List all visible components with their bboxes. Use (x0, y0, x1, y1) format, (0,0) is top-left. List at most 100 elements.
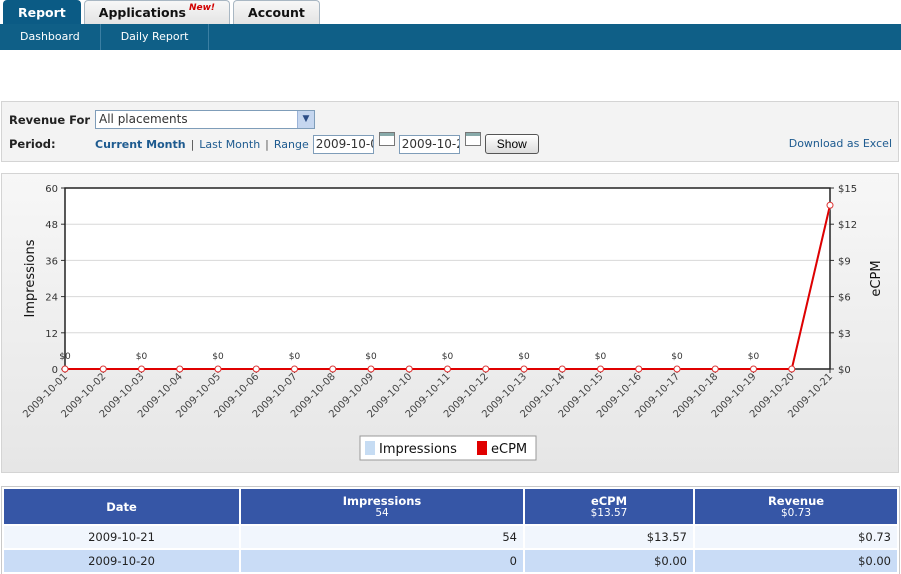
ecpm-point (750, 365, 757, 373)
tab-account-label: Account (248, 5, 305, 20)
header-impressions[interactable]: Impressions 54 (241, 489, 523, 524)
table-header-row: Date Impressions 54 eCPM $13.57 Revenue $0.… (4, 489, 897, 524)
show-button[interactable]: Show (484, 134, 539, 154)
cell-ecpm: $0.00 (525, 550, 693, 572)
ecpm-point (826, 201, 834, 209)
ecpm-point (673, 365, 681, 373)
calendar-icon[interactable] (378, 132, 395, 146)
cell-ecpm: $13.57 (525, 526, 693, 548)
cell-revenue: $0.00 (695, 550, 897, 572)
range-link[interactable]: Range (274, 138, 309, 151)
ecpm-point (444, 365, 451, 373)
subnav-dashboard[interactable]: Dashboard (0, 24, 101, 50)
ecpm-point (405, 365, 413, 373)
sub-navigation: Dashboard Daily Report (0, 24, 901, 50)
ecpm-point-label: $0 (595, 352, 607, 362)
y-right-tick-label: $3 (838, 329, 851, 340)
header-ecpm-total: $13.57 (590, 506, 628, 519)
separator: | (190, 137, 195, 151)
ecpm-point (214, 365, 222, 373)
subnav-daily-report[interactable]: Daily Report (101, 24, 210, 50)
cell-impressions: 0 (241, 550, 523, 572)
placement-select[interactable]: All placements ▼ (95, 110, 315, 129)
ecpm-point (482, 365, 490, 373)
ecpm-point-label: $0 (442, 352, 454, 362)
ecpm-point (788, 365, 796, 373)
header-ecpm[interactable]: eCPM $13.57 (525, 489, 693, 524)
y-left-tick-label: 12 (45, 329, 58, 340)
y-left-tick-label: 0 (52, 365, 58, 376)
tab-applications-label: Applications (98, 5, 186, 20)
filter-panel: Revenue For All placements ▼ Period: Cur… (1, 101, 899, 162)
ecpm-point (520, 365, 528, 373)
header-ecpm-label: eCPM (590, 493, 628, 508)
end-date-input[interactable]: 2009-10-2 (398, 134, 460, 154)
plot-area (65, 188, 830, 369)
y-left-tick-label: 36 (45, 256, 58, 267)
ecpm-point-label: $0 (136, 352, 148, 362)
chevron-down-icon[interactable]: ▼ (297, 111, 314, 128)
ecpm-point (329, 365, 337, 373)
new-badge: New! (188, 2, 216, 13)
y-axis-left-title: Impressions (23, 239, 38, 317)
ecpm-point (597, 365, 604, 373)
report-table: Date Impressions 54 eCPM $13.57 Revenue $0.… (1, 486, 900, 574)
chart-panel: 0 12 24 36 48 60 $0 $3 $6 $9 $12 $15 2009-10-01 2009-… (1, 173, 899, 473)
y-axis-right-title: eCPM (869, 260, 884, 296)
ecpm-point-label: $0 (59, 352, 71, 362)
header-date[interactable]: Date (4, 489, 239, 524)
revenue-for-label: Revenue For (9, 112, 91, 127)
table-row: 2009-10-20 0 $0.00 $0.00 (4, 550, 897, 572)
cell-date: 2009-10-20 (4, 550, 239, 572)
tab-account[interactable]: Account (233, 0, 320, 24)
header-revenue-label: Revenue (767, 493, 825, 508)
ecpm-point-label: $0 (365, 352, 377, 362)
current-month-link[interactable]: Current Month (95, 138, 186, 151)
ecpm-point-label: $0 (212, 352, 224, 362)
period-label: Period: (9, 137, 56, 151)
y-right-tick-label: $15 (838, 184, 857, 195)
cell-revenue: $0.73 (695, 526, 897, 548)
last-month-link[interactable]: Last Month (199, 138, 260, 151)
tab-report[interactable]: Report (3, 0, 81, 24)
download-excel-link[interactable]: Download as Excel (789, 137, 892, 150)
cell-impressions: 54 (241, 526, 523, 548)
y-right-tick-label: $6 (838, 293, 851, 304)
ecpm-point-label: $0 (748, 352, 760, 362)
cell-date: 2009-10-21 (4, 526, 239, 548)
tab-report-label: Report (18, 5, 66, 20)
y-left-tick-label: 24 (45, 293, 58, 304)
legend-label-impressions: Impressions (379, 442, 457, 457)
y-right-tick-label: $12 (838, 220, 857, 231)
legend-swatch-ecpm (477, 441, 487, 455)
table-row: 2009-10-21 54 $13.57 $0.73 (4, 526, 897, 548)
revenue-for-row: Revenue For All placements ▼ (9, 110, 315, 129)
y-left-tick-label: 48 (45, 220, 58, 231)
top-tabs: Report Applications New! Account (3, 0, 320, 24)
header-revenue-total: $0.73 (780, 506, 812, 519)
ecpm-point (635, 365, 643, 373)
start-date-input[interactable]: 2009-10-0 (312, 134, 374, 154)
calendar-icon[interactable] (464, 132, 481, 146)
ecpm-point (291, 365, 298, 373)
ecpm-point (99, 365, 107, 373)
ecpm-point (138, 365, 145, 373)
header-revenue[interactable]: Revenue $0.73 (695, 489, 897, 524)
ecpm-point-label: $0 (518, 352, 530, 362)
ecpm-point (711, 365, 719, 373)
ecpm-point (176, 365, 184, 373)
y-left-tick-label: 60 (45, 184, 58, 195)
ecpm-point (367, 365, 375, 373)
y-right-tick-label: $9 (838, 256, 851, 267)
ecpm-point (61, 365, 69, 373)
header-impressions-total: 54 (375, 506, 389, 519)
legend-label-ecpm: eCPM (491, 442, 527, 457)
header-date-label: Date (106, 499, 137, 514)
ecpm-point-label: $0 (671, 352, 683, 362)
period-row: Period: Current Month | Last Month | Ran… (9, 132, 539, 154)
tab-applications[interactable]: Applications New! (83, 0, 231, 24)
y-right-tick-label: $0 (838, 365, 851, 376)
legend-swatch-impressions (365, 441, 375, 455)
impressions-ecpm-chart: 01224364860$0$3$6$9$12$152009-10-012009-… (21, 184, 884, 461)
ecpm-point (558, 365, 566, 373)
